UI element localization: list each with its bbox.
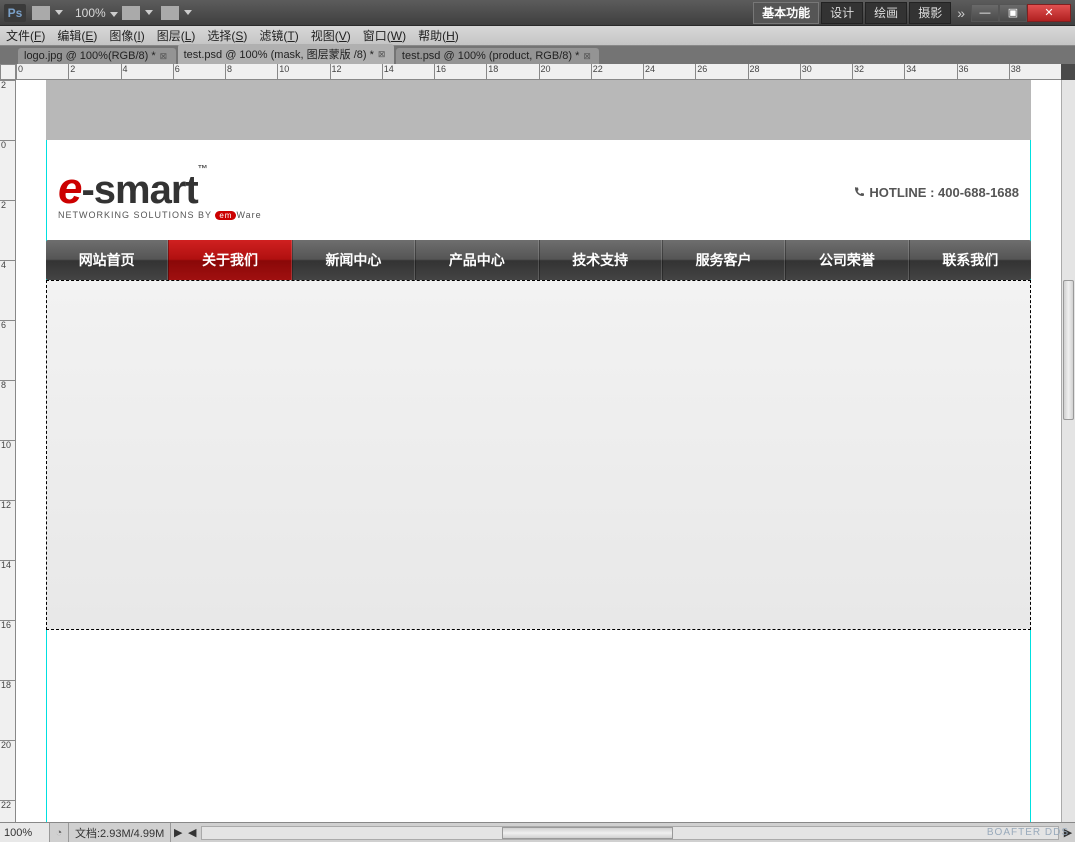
nav-item-3[interactable]: 产品中心 [415,240,538,280]
ruler-horizontal[interactable]: 0246810121416182022242628303234363840 [16,64,1061,80]
zoom-level[interactable]: 100% [71,6,122,20]
nav-item-0[interactable]: 网站首页 [46,240,168,280]
chevron-down-icon [184,10,192,15]
screen-mode[interactable] [161,6,192,20]
canvas-viewport: e-smart™ NETWORKING SOLUTIONS BY emWare … [16,80,1061,822]
hotline: HOTLINE : 400-688-1688 [853,185,1019,200]
workspace-1[interactable]: 设计 [821,2,863,24]
watermark: BOAFTER DDS [987,827,1069,838]
horizontal-scrollbar[interactable] [201,826,1059,840]
workspace-3[interactable]: 摄影 [909,2,951,24]
nav-item-4[interactable]: 技术支持 [539,240,662,280]
ruler-origin[interactable] [0,64,16,80]
menu-h[interactable]: 帮助(H) [418,27,459,44]
chevron-down-icon [110,12,118,17]
marquee-selection[interactable] [46,280,1031,630]
logo-text: -smart [81,168,197,212]
scrollbar-thumb[interactable] [1063,280,1074,420]
status-doc-size[interactable]: 文档:2.93M/4.99M [68,823,171,842]
site-logo: e-smart™ [58,164,262,214]
workspace-switcher: 基本功能设计绘画摄影 [751,4,951,22]
app-logo-icon: Ps [4,4,26,22]
menu-bar: 文件(F) 编辑(E) 图像(I) 图层(L) 选择(S) 滤镜(T) 视图(V) 窗口(W)… [0,26,1075,46]
menu-v[interactable]: 视图(V) [311,27,351,44]
tool-picker[interactable] [32,6,63,20]
nav-item-5[interactable]: 服务客户 [662,240,785,280]
logo-e: e [58,164,81,213]
menu-t[interactable]: 滤镜(T) [259,27,298,44]
nav-item-7[interactable]: 联系我们 [909,240,1031,280]
document-tab-0[interactable]: logo.jpg @ 100%(RGB/8) *⊠ [18,48,176,64]
menu-i[interactable]: 图像(I) [109,27,144,44]
document-tab-2[interactable]: test.psd @ 100% (product, RGB/8) *⊠ [396,48,599,64]
close-button[interactable]: ✕ [1027,4,1071,22]
menu-s[interactable]: 选择(S) [207,27,247,44]
screen-icon [161,6,179,20]
expand-icon[interactable]: » [957,5,965,21]
canvas[interactable]: e-smart™ NETWORKING SOLUTIONS BY emWare … [16,80,1061,822]
menu-e[interactable]: 编辑(E) [57,27,97,44]
status-preview-icon[interactable]: ◔ [50,827,68,839]
status-menu-arrow[interactable]: ▶ [171,826,185,839]
nav-item-1[interactable]: 关于我们 [168,240,291,280]
chevron-down-icon [145,10,153,15]
close-icon[interactable]: ⊠ [583,51,593,61]
film-icon [32,6,50,20]
phone-icon [853,186,865,198]
work-area: 20246810121416182022 e-smart™ NETWORKING… [0,80,1075,822]
scroll-left-arrow[interactable]: ◀ [185,826,199,839]
nav-item-6[interactable]: 公司荣誉 [785,240,908,280]
logo-row: e-smart™ NETWORKING SOLUTIONS BY emWare … [58,158,1019,226]
minimize-button[interactable]: — [971,4,999,22]
header-band [46,80,1031,140]
status-bar: 100% ◔ 文档:2.93M/4.99M ▶ ◀ ▶ [0,822,1075,842]
document-tabs: logo.jpg @ 100%(RGB/8) *⊠test.psd @ 100%… [0,46,1075,64]
site-navbar: 网站首页关于我们新闻中心产品中心技术支持服务客户公司荣誉联系我们 [46,240,1031,280]
document-tab-1[interactable]: test.psd @ 100% (mask, 图层蒙版 /8) *⊠ [178,44,394,64]
ruler-vertical[interactable]: 20246810121416182022 [0,80,16,822]
close-icon[interactable]: ⊠ [160,51,170,61]
status-zoom[interactable]: 100% [0,823,50,842]
vertical-scrollbar[interactable] [1061,80,1075,822]
menu-w[interactable]: 窗口(W) [363,27,406,44]
arrange-documents[interactable] [122,6,153,20]
scrollbar-thumb[interactable] [502,827,673,839]
app-titlebar: Ps 100% 基本功能设计绘画摄影 » — ▣ ✕ [0,0,1075,26]
window-controls: — ▣ ✕ [971,4,1071,22]
close-icon[interactable]: ⊠ [378,49,388,59]
menu-f[interactable]: 文件(F) [6,27,45,44]
workspace-0[interactable]: 基本功能 [753,2,819,24]
chevron-down-icon [55,10,63,15]
grid-icon [122,6,140,20]
nav-item-2[interactable]: 新闻中心 [292,240,415,280]
workspace-2[interactable]: 绘画 [865,2,907,24]
menu-l[interactable]: 图层(L) [157,27,196,44]
logo-tm: ™ [198,164,207,175]
maximize-button[interactable]: ▣ [999,4,1027,22]
